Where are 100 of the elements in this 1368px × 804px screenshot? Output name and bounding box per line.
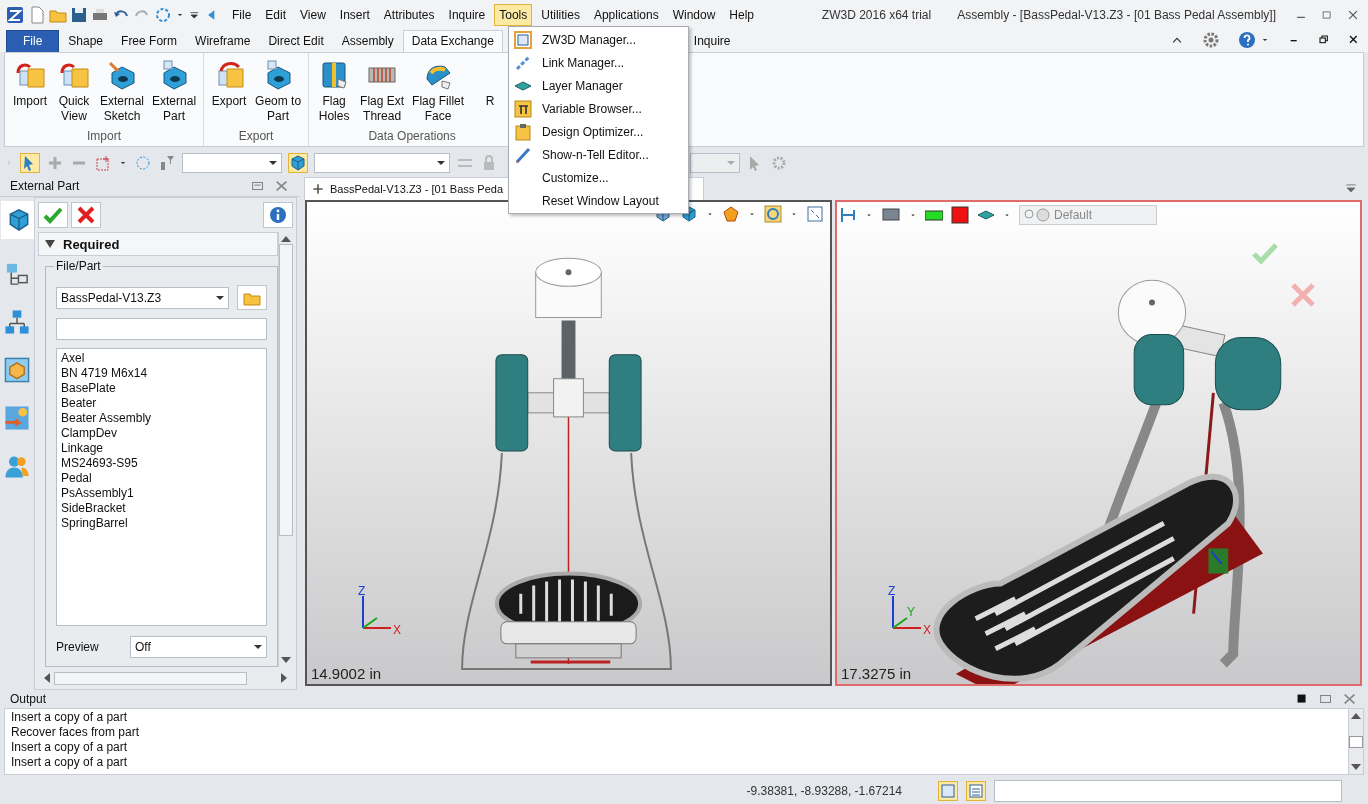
zoom-icon[interactable] — [764, 205, 782, 223]
list-item[interactable]: Axel — [61, 351, 262, 366]
expand-icon[interactable] — [45, 239, 55, 249]
list-icon[interactable] — [967, 781, 985, 800]
menu-item[interactable]: Utilities — [536, 4, 585, 26]
save-icon[interactable] — [70, 6, 88, 24]
list-item[interactable]: Beater Assembly — [61, 411, 262, 426]
group-label: Export — [237, 129, 275, 145]
check-icon[interactable] — [1252, 242, 1278, 264]
app-logo-icon[interactable] — [6, 6, 24, 24]
swatch-icon[interactable] — [951, 206, 969, 224]
selection-dropdown[interactable] — [314, 153, 450, 173]
part-list[interactable]: Axel BN 4719 M6x14 BasePlate Beater Beater Assembly ClampDev Linkage MS24693-S95 Pedal PsAssembly1 SideBracket SpringBarrel — [56, 348, 267, 626]
ribbon-tab[interactable]: Direct Edit — [259, 30, 333, 52]
menu-item[interactable]: Inquire — [443, 4, 491, 26]
list-item[interactable]: Beater — [61, 396, 262, 411]
assembly-tree-icon[interactable] — [4, 261, 30, 287]
window-title: Assembly - [BassPedal-V13.Z3 - [01 Bass Pedal Assembly]] — [957, 8, 1276, 22]
browse-button[interactable] — [237, 285, 267, 310]
ok-button[interactable] — [38, 202, 68, 228]
ribbon-button[interactable]: Quick View — [53, 57, 95, 129]
gear-icon[interactable] — [770, 154, 788, 172]
ribbon-button[interactable]: Flag Fillet Face — [409, 57, 468, 129]
ribbon-tab[interactable]: Data Exchange — [402, 30, 503, 52]
filter-icon[interactable] — [158, 154, 176, 172]
cancel-button[interactable] — [71, 202, 101, 228]
menu-item[interactable]: Design Optimizer... — [509, 120, 688, 143]
scrollbar-thumb[interactable] — [279, 243, 293, 536]
scroll-right-icon[interactable] — [281, 673, 287, 683]
ribbon-tab[interactable]: File — [6, 30, 60, 52]
section-header[interactable]: Required — [38, 232, 278, 256]
group-label: Import — [86, 129, 123, 145]
menu-item[interactable]: File — [227, 4, 257, 26]
fit-view-icon[interactable] — [806, 205, 824, 223]
info-icon — [269, 206, 287, 224]
hierarchy-icon[interactable] — [4, 309, 30, 335]
file-dropdown[interactable]: BassPedal-V13.Z3 — [56, 286, 229, 309]
ribbon-tab[interactable]: Shape — [59, 30, 113, 52]
ribbon-button[interactable]: External Part — [149, 57, 200, 129]
settings-icon[interactable] — [1202, 31, 1220, 49]
scroll-down-icon[interactable] — [1351, 764, 1361, 770]
list-item[interactable]: MS24693-S95 — [61, 456, 262, 471]
menu-item[interactable]: Variable Browser... — [509, 97, 688, 120]
menu-item[interactable]: Attributes — [378, 4, 440, 26]
menu-item[interactable]: Tools — [494, 4, 533, 26]
list-item[interactable]: BN 4719 M6x14 — [61, 366, 262, 381]
ribbon-button[interactable]: R — [469, 57, 512, 129]
overflow-icon[interactable] — [1344, 181, 1358, 195]
list-item[interactable]: SideBracket — [61, 501, 262, 516]
lasso-icon[interactable] — [134, 154, 152, 172]
ribbon-button[interactable]: Flag Ext Thread — [357, 57, 408, 129]
box-select-icon[interactable] — [94, 154, 112, 172]
scale-readout: 14.9002 in — [311, 665, 382, 682]
manager-icon[interactable] — [939, 781, 957, 800]
menu-item[interactable]: Insert — [334, 4, 375, 26]
add-icon — [311, 182, 325, 196]
scroll-up-icon[interactable] — [1351, 713, 1361, 719]
list-item[interactable]: BasePlate — [61, 381, 262, 396]
group-label: Data Operations — [367, 129, 457, 145]
scroll-left-icon[interactable] — [44, 673, 50, 683]
ribbon-button[interactable]: Flag Holes — [313, 57, 356, 129]
layer-dropdown[interactable] — [690, 153, 740, 173]
list-item[interactable]: SpringBarrel — [61, 516, 262, 531]
menu-item[interactable]: Edit — [260, 4, 292, 26]
menu-item[interactable]: Window — [667, 4, 721, 26]
ribbon-button[interactable]: Geom to Part — [252, 57, 305, 129]
monitor-icon[interactable] — [881, 206, 901, 224]
menu-item[interactable]: Layer Manager — [509, 74, 688, 97]
command-input[interactable] — [994, 779, 1342, 802]
menu-item[interactable]: Applications — [588, 4, 664, 26]
menu-item[interactable]: Show-n-Tell Editor... — [509, 143, 688, 166]
bulb-icon — [1024, 208, 1050, 222]
ribbon-button[interactable]: Export — [208, 57, 251, 129]
scroll-down-icon[interactable] — [281, 657, 291, 663]
regen-icon[interactable] — [154, 6, 172, 24]
polygon-icon[interactable] — [722, 205, 740, 223]
ribbon-button[interactable]: External Sketch — [97, 57, 148, 129]
panel-title: Output — [10, 692, 48, 706]
menu-item[interactable]: Link Manager... — [509, 51, 688, 74]
input-field[interactable] — [56, 318, 267, 340]
help-icon[interactable] — [1238, 31, 1256, 49]
list-item[interactable]: PsAssembly1 — [61, 486, 262, 501]
ribbon-tab[interactable]: Free Form — [112, 30, 187, 52]
menu-item[interactable]: Help — [724, 4, 760, 26]
list-item[interactable]: Pedal — [61, 471, 262, 486]
preview-dropdown[interactable]: Off — [130, 636, 267, 658]
info-button[interactable] — [263, 202, 293, 228]
scrollbar[interactable] — [1348, 709, 1363, 774]
ribbon-tab[interactable]: Assembly — [332, 30, 403, 52]
add-icon[interactable] — [46, 154, 64, 172]
menu-item[interactable]: View — [295, 4, 331, 26]
part-icon[interactable] — [289, 154, 307, 172]
list-item[interactable]: Linkage — [61, 441, 262, 456]
dimension-icon[interactable] — [839, 206, 857, 224]
filter-dropdown[interactable] — [182, 153, 282, 173]
image-icon[interactable] — [4, 405, 30, 431]
ribbon-button[interactable]: Import — [9, 57, 51, 129]
list-item[interactable]: ClampDev — [61, 426, 262, 441]
scrollbar-thumb[interactable] — [1349, 735, 1363, 748]
ribbon-tab[interactable]: Wireframe — [186, 30, 260, 52]
